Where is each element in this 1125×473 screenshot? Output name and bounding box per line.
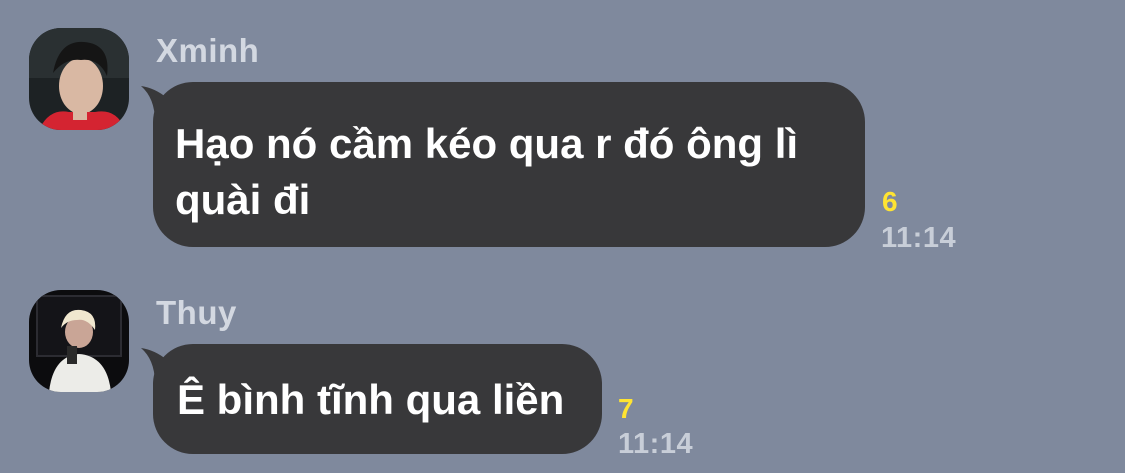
message-time: 11:14 [618,428,694,460]
sender-avatar[interactable] [29,290,129,392]
message-bubble[interactable]: Ê bình tĩnh qua liền [141,344,602,454]
sender-name: Thuy [156,294,237,331]
read-count: 7 [618,393,634,424]
message-text-line: Hạo nó cầm kéo qua r đó ông lì [175,120,799,167]
bubble-tail-icon [141,348,181,384]
read-count: 6 [882,186,898,217]
avatar-white-suit-icon [29,290,129,392]
message-bubble[interactable]: Hạo nó cầm kéo qua r đó ông lì quài đi [141,82,865,247]
sender-avatar[interactable] [29,28,129,130]
avatar-red-shirt-icon [29,28,129,130]
sender-name: Xminh [156,32,260,69]
message-time: 11:14 [881,222,957,254]
bubble-tail-icon [141,86,181,122]
message-text-line: Ê bình tĩnh qua liền [177,376,565,423]
message-text-line: quài đi [175,176,311,223]
